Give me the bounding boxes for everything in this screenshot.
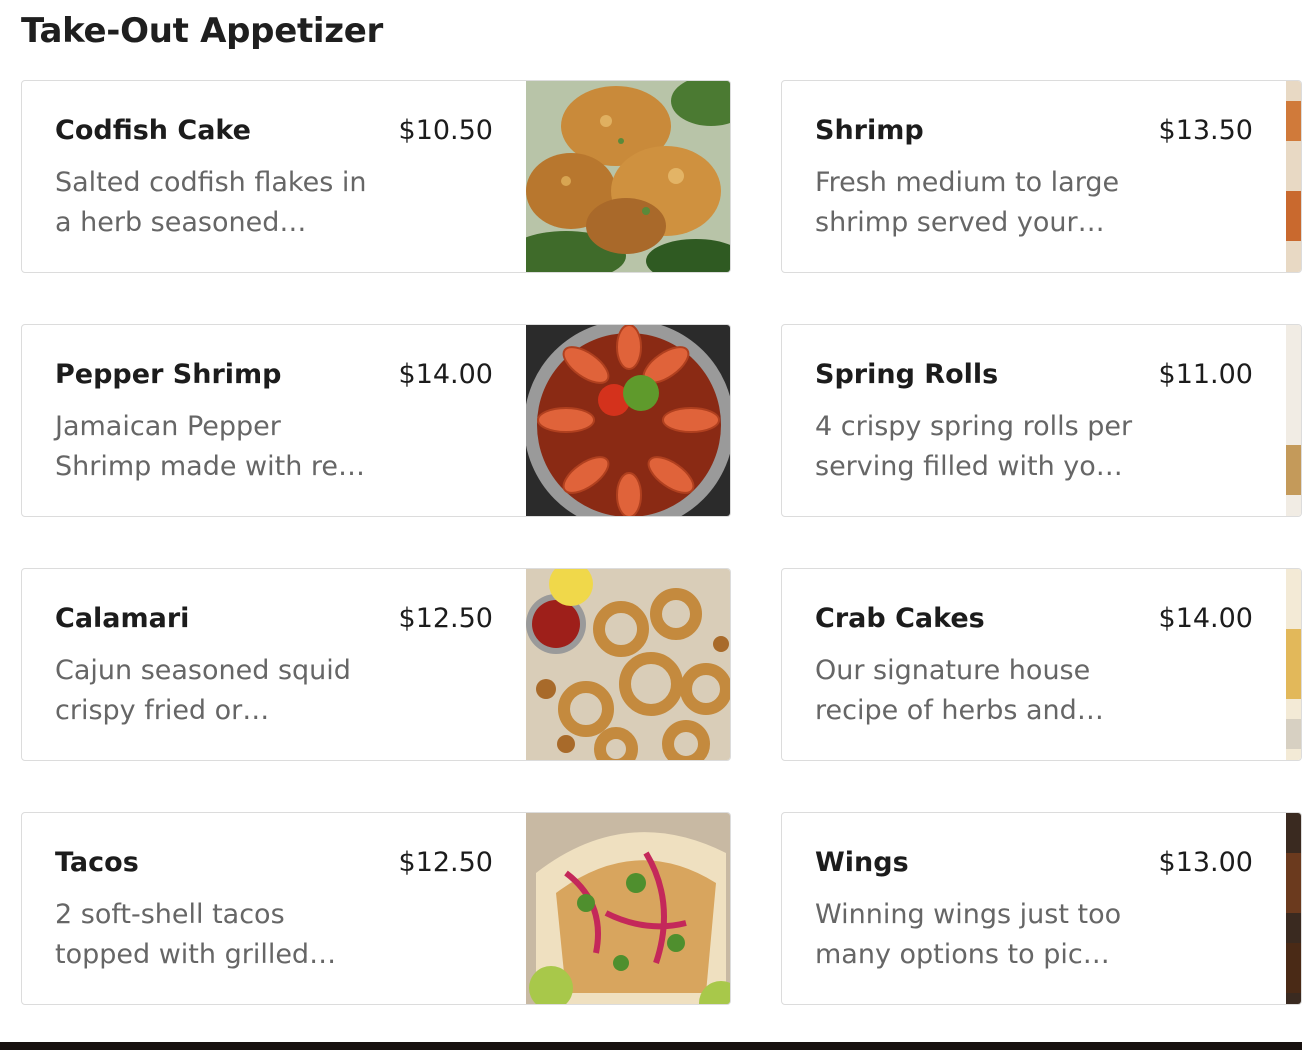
crab-cakes-photo [1286, 569, 1301, 760]
item-name: Pepper Shrimp [55, 359, 282, 390]
spring-rolls-photo [1286, 325, 1301, 516]
codfish-cake-photo [526, 81, 730, 272]
item-description: Salted codfish flakes in a herb seasoned… [55, 167, 367, 238]
calamari-photo [526, 569, 730, 760]
menu-item-card-wings[interactable]: Wings $13.00 Winning wings just too many… [781, 812, 1302, 1005]
item-price: $10.50 [398, 115, 493, 146]
item-price: $13.50 [1158, 115, 1253, 146]
pepper-shrimp-photo [526, 325, 730, 516]
menu-item-card-calamari[interactable]: Calamari $12.50 Cajun seasoned squid cri… [21, 568, 731, 761]
menu-item-card-pepper-shrimp[interactable]: Pepper Shrimp $14.00 Jamaican Pepper Shr… [21, 324, 731, 517]
item-description: Winning wings just too many options to p… [815, 899, 1122, 970]
item-description: Cajun seasoned squid crispy fried or… [55, 655, 351, 726]
menu-item-card-codfish-cake[interactable]: Codfish Cake $10.50 Salted codfish flake… [21, 80, 731, 273]
item-description: Fresh medium to large shrimp served your… [815, 167, 1120, 238]
menu-item-card-spring-rolls[interactable]: Spring Rolls $11.00 4 crispy spring roll… [781, 324, 1302, 517]
item-price: $12.50 [398, 847, 493, 878]
menu-item-card-crab-cakes[interactable]: Crab Cakes $14.00 Our signature house re… [781, 568, 1302, 761]
item-name: Tacos [55, 847, 139, 878]
tacos-photo [526, 813, 730, 1004]
item-description: 4 crispy spring rolls per serving filled… [815, 411, 1133, 482]
item-price: $14.00 [398, 359, 493, 390]
menu-item-card-tacos[interactable]: Tacos $12.50 2 soft-shell tacos topped w… [21, 812, 731, 1005]
footer-edge [0, 1042, 1302, 1050]
item-price: $13.00 [1158, 847, 1253, 878]
item-name: Calamari [55, 603, 190, 634]
item-price: $11.00 [1158, 359, 1253, 390]
item-name: Spring Rolls [815, 359, 999, 390]
item-name: Shrimp [815, 115, 924, 146]
shrimp-photo [1286, 81, 1301, 272]
item-description: Jamaican Pepper Shrimp made with re… [55, 411, 366, 482]
item-description: 2 soft-shell tacos topped with grilled… [55, 899, 337, 970]
menu-item-card-shrimp[interactable]: Shrimp $13.50 Fresh medium to large shri… [781, 80, 1302, 273]
section-title: Take-Out Appetizer [21, 11, 383, 51]
item-name: Wings [815, 847, 909, 878]
item-name: Codfish Cake [55, 115, 251, 146]
wings-photo [1286, 813, 1301, 1004]
item-description: Our signature house recipe of herbs and… [815, 655, 1104, 726]
item-price: $12.50 [398, 603, 493, 634]
item-price: $14.00 [1158, 603, 1253, 634]
item-name: Crab Cakes [815, 603, 985, 634]
